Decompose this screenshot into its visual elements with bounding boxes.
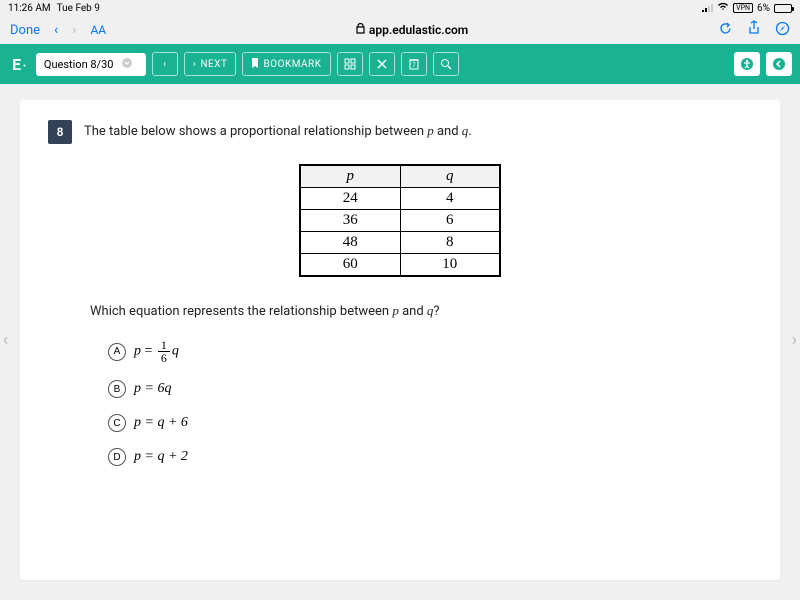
back-button[interactable]: ‹ <box>54 22 58 38</box>
status-date: Tue Feb 9 <box>57 3 100 14</box>
option-b[interactable]: B p = 6q <box>108 380 752 398</box>
vpn-badge: VPN <box>733 3 753 13</box>
option-a[interactable]: A p = 16q <box>108 339 752 364</box>
share-button[interactable] <box>747 20 761 40</box>
return-button[interactable] <box>766 52 792 76</box>
grid-view-button[interactable] <box>337 52 363 76</box>
page-prev-arrow[interactable]: ‹ <box>3 330 8 351</box>
chevron-right-icon: › <box>193 59 197 70</box>
cell-signal-icon <box>702 4 713 12</box>
sub-question: Which equation represents the relationsh… <box>90 303 752 319</box>
bookmark-button[interactable]: BOOKMARK <box>242 52 330 76</box>
table-header-p: p <box>300 165 400 188</box>
data-table: p q 24 4 36 6 48 8 60 10 <box>299 164 501 277</box>
table-row: 36 6 <box>300 210 500 232</box>
compass-icon[interactable] <box>775 21 790 40</box>
status-time: 11:26 AM <box>8 3 51 14</box>
bookmark-icon <box>251 58 259 71</box>
question-card: 8 The table below shows a proportional r… <box>20 100 780 580</box>
option-letter: D <box>108 448 126 466</box>
text-size-button[interactable]: AA <box>90 23 106 37</box>
next-question-button[interactable]: › NEXT <box>184 52 237 76</box>
dropdown-icon <box>121 57 133 72</box>
device-status-bar: 11:26 AM Tue Feb 9 VPN 6% <box>0 0 800 16</box>
prev-question-button[interactable]: ‹ <box>152 52 178 76</box>
done-button[interactable]: Done <box>10 23 40 38</box>
question-prompt: The table below shows a proportional rel… <box>84 120 472 139</box>
option-letter: C <box>108 414 126 432</box>
zoom-button[interactable] <box>433 52 459 76</box>
answer-options: A p = 16q B p = 6q C p = q + 6 D p = q +… <box>108 339 752 466</box>
option-letter: B <box>108 380 126 398</box>
reload-button[interactable] <box>718 21 733 40</box>
option-c[interactable]: C p = q + 6 <box>108 414 752 432</box>
battery-icon <box>774 4 792 13</box>
app-logo: E • <box>8 55 30 74</box>
accessibility-button[interactable] <box>734 52 760 76</box>
question-counter: Question 8/30 <box>44 58 114 71</box>
table-row: 60 10 <box>300 254 500 277</box>
notes-button[interactable]: 7 <box>401 52 427 76</box>
question-number-badge: 8 <box>48 120 72 144</box>
browser-toolbar: Done ‹ › AA app.edulastic.com <box>0 16 800 44</box>
battery-percent: 6% <box>757 3 770 14</box>
table-row: 24 4 <box>300 188 500 210</box>
svg-text:7: 7 <box>412 62 416 69</box>
url-text: app.edulastic.com <box>369 23 468 37</box>
option-letter: A <box>108 343 126 361</box>
close-tool-button[interactable] <box>369 52 395 76</box>
wifi-icon <box>717 2 729 14</box>
lock-icon <box>356 23 365 37</box>
question-selector[interactable]: Question 8/30 <box>36 53 146 76</box>
page-next-arrow[interactable]: › <box>792 330 797 351</box>
table-header-q: q <box>400 165 500 188</box>
address-bar[interactable]: app.edulastic.com <box>120 23 704 37</box>
forward-button: › <box>72 22 76 38</box>
app-toolbar: E • Question 8/30 ‹ › NEXT BOOKMARK 7 <box>0 44 800 84</box>
option-d[interactable]: D p = q + 2 <box>108 448 752 466</box>
table-row: 48 8 <box>300 232 500 254</box>
